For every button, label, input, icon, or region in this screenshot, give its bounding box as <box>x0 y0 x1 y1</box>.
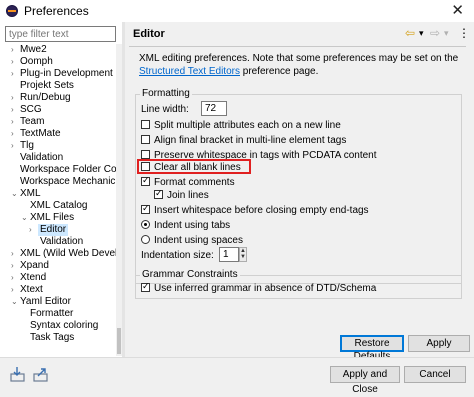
grammar-group-label: Grammar Constraints <box>140 269 240 280</box>
tree-item[interactable]: › Team <box>11 116 44 128</box>
preferences-tree: › Mwe2 › Oomph › Plug-in Development Projek… <box>0 44 116 356</box>
use-inferred-grammar-option[interactable]: Use inferred grammar in absence of DTD/S… <box>141 281 376 295</box>
tree-item[interactable]: ⌄ XML <box>11 188 41 200</box>
page-description: XML editing preferences. Note that some … <box>139 53 459 77</box>
chevron-down-icon[interactable]: ⌄ <box>21 212 28 224</box>
join-lines-option[interactable]: Join lines <box>154 188 209 202</box>
tree-item-selected[interactable]: › Editor <box>29 224 69 236</box>
annotation-highlight-box <box>137 159 251 174</box>
chevron-right-icon[interactable]: › <box>11 284 14 296</box>
tree-item[interactable]: Validation <box>40 236 83 248</box>
preferences-tree-pane: ›Mwe2 ›Oomph ›Plug-in Development Projek… <box>0 22 122 357</box>
preserve-whitespace-checkbox[interactable] <box>141 149 150 159</box>
tree-item[interactable]: ›XML (Wild Web Develop <box>11 248 116 260</box>
indent-tabs-radio[interactable] <box>141 219 150 229</box>
use-inferred-grammar-checkbox[interactable] <box>141 281 150 292</box>
tree-item[interactable]: Projekt Sets <box>20 80 74 92</box>
import-icon[interactable] <box>10 366 26 382</box>
chevron-right-icon[interactable]: › <box>11 104 14 116</box>
filter-input[interactable] <box>5 26 116 42</box>
page-header: Editor ⇦ ▾ ⇨ ▾ ⋮ <box>125 22 474 44</box>
cancel-button[interactable]: Cancel <box>404 366 466 383</box>
forward-arrow-icon[interactable]: ⇨ <box>430 26 440 40</box>
header-divider <box>129 46 466 47</box>
tree-item[interactable]: Workspace Folder Conta <box>20 164 116 176</box>
restore-defaults-button[interactable]: Restore Defaults <box>340 335 404 362</box>
tree-item[interactable]: Formatter <box>30 308 73 320</box>
line-width-label: Line width: <box>141 104 189 115</box>
chevron-right-icon[interactable]: › <box>11 44 14 56</box>
tree-item[interactable]: › SCG <box>11 104 42 116</box>
split-attributes-checkbox[interactable] <box>141 119 150 129</box>
tree-item[interactable]: › Xtend <box>11 272 46 284</box>
split-attributes-option[interactable]: Split multiple attributes each on a new … <box>141 119 341 132</box>
tree-item[interactable]: › TextMate <box>11 128 61 140</box>
chevron-down-icon[interactable]: ⌄ <box>11 188 18 200</box>
eclipse-app-icon <box>6 5 18 17</box>
dialog-button-bar: Apply and Close Cancel <box>0 357 474 395</box>
structured-text-editors-link[interactable]: Structured Text Editors <box>139 66 240 77</box>
indent-spaces-radio[interactable] <box>141 234 150 244</box>
tree-item[interactable]: Validation <box>20 152 63 164</box>
export-icon[interactable] <box>33 366 49 382</box>
chevron-right-icon[interactable]: › <box>11 260 14 272</box>
insert-whitespace-option[interactable]: Insert whitespace before closing empty e… <box>141 203 369 217</box>
align-bracket-checkbox[interactable] <box>141 134 150 144</box>
indent-size-spinner[interactable]: ▲ ▼ <box>239 247 247 262</box>
align-bracket-option[interactable]: Align final bracket in multi-line elemen… <box>141 134 346 147</box>
preference-page: Editor ⇦ ▾ ⇨ ▾ ⋮ XML editing preferences… <box>125 22 474 362</box>
tree-item[interactable]: › Tlg <box>11 140 34 152</box>
line-width-input[interactable]: 72 <box>201 101 227 116</box>
tree-item[interactable]: › Plug-in Development <box>11 68 113 80</box>
forward-menu-chevron-icon[interactable]: ▾ <box>444 28 449 39</box>
tree-item[interactable]: Task Tags <box>30 332 74 344</box>
page-title: Editor <box>133 28 165 40</box>
tree-item[interactable]: › Run/Debug <box>11 92 71 104</box>
chevron-right-icon[interactable]: › <box>11 140 14 152</box>
chevron-right-icon[interactable]: › <box>11 68 14 80</box>
tree-item[interactable]: Syntax coloring <box>30 320 98 332</box>
scrollbar-thumb[interactable] <box>117 328 121 354</box>
tree-item[interactable]: ⌄ Yaml Editor <box>11 296 71 308</box>
indent-spaces-option[interactable]: Indent using spaces <box>141 234 243 247</box>
window-title: Preferences <box>24 4 89 18</box>
back-arrow-icon[interactable]: ⇦ <box>405 26 415 40</box>
indent-tabs-option[interactable]: Indent using tabs <box>141 219 230 232</box>
formatting-group-label: Formatting <box>140 88 192 99</box>
insert-whitespace-checkbox[interactable] <box>141 203 150 214</box>
tree-item[interactable]: › Oomph <box>11 56 53 68</box>
join-lines-checkbox[interactable] <box>154 188 163 199</box>
apply-button[interactable]: Apply <box>408 335 470 352</box>
tree-item[interactable]: XML Catalog <box>30 200 87 212</box>
view-menu-icon[interactable]: ⋮ <box>458 26 470 40</box>
tree-item[interactable]: › Xtext <box>11 284 43 296</box>
title-bar: Preferences ✕ <box>0 0 474 22</box>
apply-and-close-button[interactable]: Apply and Close <box>330 366 400 395</box>
format-comments-checkbox[interactable] <box>141 175 150 186</box>
tree-item[interactable]: › Mwe2 <box>11 44 47 56</box>
chevron-right-icon[interactable]: › <box>11 56 14 68</box>
tree-item[interactable]: Workspace Mechanic <box>20 176 115 188</box>
close-icon[interactable]: ✕ <box>451 1 464 19</box>
tree-item[interactable]: ⌄ XML Files <box>21 212 74 224</box>
back-menu-chevron-icon[interactable]: ▾ <box>419 28 424 39</box>
chevron-right-icon[interactable]: › <box>11 116 14 128</box>
chevron-right-icon[interactable]: › <box>11 128 14 140</box>
chevron-right-icon[interactable]: › <box>11 248 14 260</box>
indent-size-label: Indentation size: <box>141 250 214 261</box>
chevron-right-icon[interactable]: › <box>29 224 32 236</box>
indent-size-input[interactable]: 1 <box>219 247 239 262</box>
chevron-down-icon[interactable]: ⌄ <box>11 296 18 308</box>
chevron-right-icon[interactable]: › <box>11 92 14 104</box>
spin-down-icon[interactable]: ▼ <box>240 254 246 260</box>
tree-item[interactable]: › Xpand <box>11 260 49 272</box>
chevron-right-icon[interactable]: › <box>11 272 14 284</box>
